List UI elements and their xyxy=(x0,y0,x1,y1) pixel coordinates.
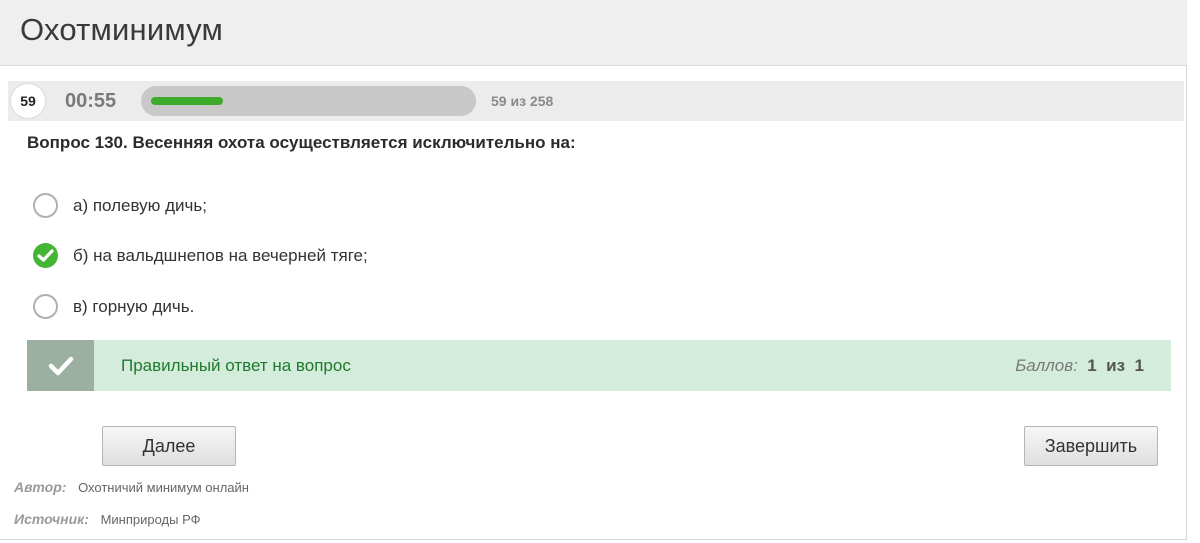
score-value: 1 xyxy=(1087,356,1097,375)
author-value: Охотничий минимум онлайн xyxy=(78,480,249,495)
next-button[interactable]: Далее xyxy=(102,426,236,466)
question-text: Вопрос 130. Весенняя охота осуществляетс… xyxy=(27,133,576,152)
radio-icon[interactable] xyxy=(33,193,58,218)
result-message: Правильный ответ на вопрос xyxy=(121,356,351,375)
quiz-frame: Охотминимум 59 00:55 59 из 258 Вопрос 13… xyxy=(0,0,1187,540)
result-banner: Правильный ответ на вопрос Баллов: 1 из … xyxy=(27,340,1171,391)
progress-bar xyxy=(141,86,476,116)
radio-icon[interactable] xyxy=(33,294,58,319)
finish-button[interactable]: Завершить xyxy=(1024,426,1158,466)
check-icon xyxy=(48,356,74,376)
check-circle-icon[interactable] xyxy=(33,243,58,268)
timer: 00:55 xyxy=(65,90,117,112)
option-label[interactable]: в) горную дичь. xyxy=(73,297,194,317)
header: Охотминимум xyxy=(0,0,1187,66)
author-line: Автор: Охотничий минимум онлайн xyxy=(14,479,249,495)
score: Баллов: 1 из 1 xyxy=(1015,356,1144,376)
progress-bar-fill xyxy=(151,97,223,105)
progress-row: 59 00:55 59 из 258 xyxy=(8,81,1184,121)
progress-counter: 59 из 258 xyxy=(491,93,554,109)
author-label: Автор: xyxy=(14,479,67,495)
result-icon-box xyxy=(27,340,94,391)
option-label[interactable]: а) полевую дичь; xyxy=(73,196,207,216)
source-value: Минприроды РФ xyxy=(100,512,201,527)
source-line: Источник: Минприроды РФ xyxy=(14,511,201,527)
question-number-badge: 59 xyxy=(10,83,46,119)
option-label[interactable]: б) на вальдшнепов на вечерней тяге; xyxy=(73,246,368,266)
score-separator: из xyxy=(1106,356,1126,375)
score-max: 1 xyxy=(1134,356,1144,375)
score-label: Баллов: xyxy=(1015,356,1078,375)
page-title: Охотминимум xyxy=(20,12,224,47)
source-label: Источник: xyxy=(14,511,89,527)
